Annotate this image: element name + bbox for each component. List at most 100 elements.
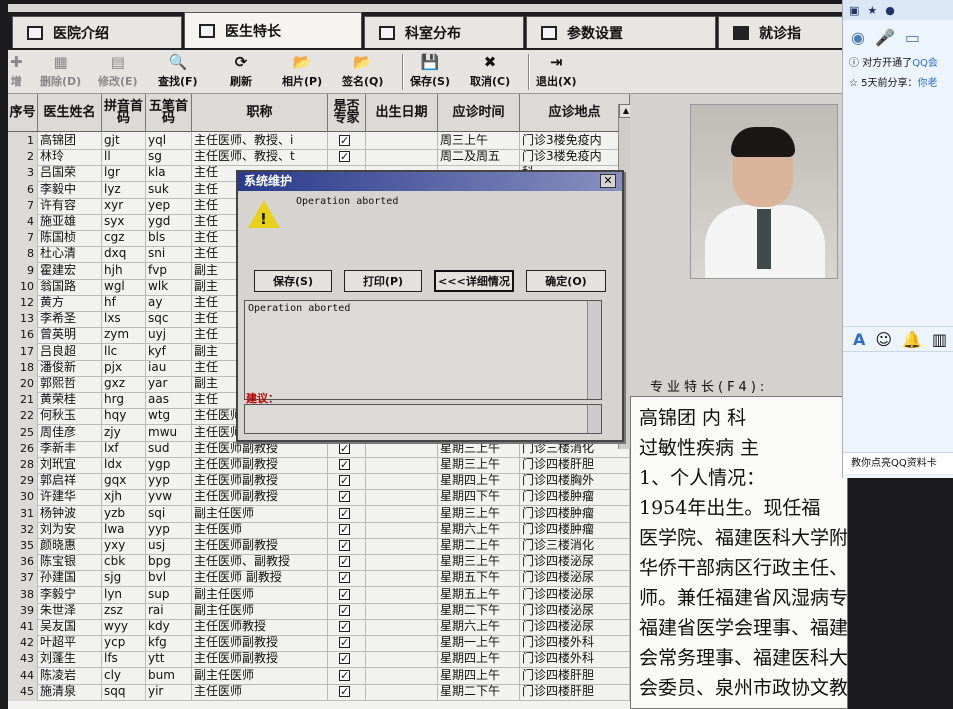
exit-label: 退出(X) — [536, 75, 577, 88]
col-header-birthdate[interactable]: 出生日期 — [366, 94, 438, 132]
online-dot-icon: ● — [885, 3, 895, 17]
save-button[interactable]: 💾 保存(S) — [410, 53, 450, 89]
specialty-text[interactable]: 高锦团 内 科过敏性疾病 主 1、个人情况： 1954年出生。现任福 医学院、福建医… — [630, 396, 848, 709]
col-header-name[interactable]: 医生姓名 — [38, 94, 102, 132]
col-header-wubi[interactable]: 五笔首码 — [146, 94, 192, 132]
checkbox-icon — [339, 440, 350, 457]
qq-share-text: 5天前分享： — [861, 78, 918, 89]
col-header-expert[interactable]: 是否专家 — [328, 94, 366, 132]
detail-scrollbar[interactable] — [587, 301, 601, 399]
checkbox-icon — [339, 537, 350, 554]
star-icon[interactable]: ★ — [867, 4, 877, 17]
doctor-photo — [690, 104, 838, 279]
edit-icon: ▤ — [110, 53, 125, 71]
specialty-line: 2、专业发展 研究方向 — [639, 703, 847, 708]
tab-parameter-settings[interactable]: 参数设置 — [526, 16, 716, 48]
tab-label: 参数设置 — [567, 25, 623, 42]
table-cell[interactable]: yir — [146, 682, 192, 701]
microphone-icon[interactable]: 🎤 — [875, 28, 895, 47]
col-header-pinyin[interactable]: 拼音首码 — [102, 94, 146, 132]
dialog-detail-text[interactable]: Operation aborted — [244, 300, 602, 400]
emoji-icon[interactable]: ☺ — [875, 330, 892, 349]
toolbar-divider — [528, 54, 530, 90]
table-cell[interactable]: 星期二下午 — [438, 682, 520, 701]
screenshot-icon[interactable]: ▥ — [932, 330, 947, 349]
table-cell[interactable]: 主任医师 — [192, 682, 328, 701]
camera-icon[interactable]: ◉ — [851, 28, 865, 47]
delete-button[interactable]: ▦ 删除(D) — [40, 53, 81, 89]
toolbar: ✚ 增 ▦ 删除(D) ▤ 修改(E) 🔍 查找(F) ⟳ 刷新 📂 相片(P) 📂 签名(Q… — [8, 50, 848, 94]
edit-label: 修改(E) — [98, 75, 138, 88]
col-header-visit-place[interactable]: 应诊地点 — [520, 94, 630, 132]
plus-icon: ✚ — [10, 53, 23, 71]
checkbox-icon — [339, 132, 350, 149]
table-cell[interactable]: 45 — [8, 682, 38, 701]
cancel-icon: ✖ — [483, 53, 497, 71]
window-icon — [379, 25, 395, 40]
checkbox-icon — [339, 521, 350, 538]
exit-button[interactable]: ⇥ 退出(X) — [536, 53, 577, 89]
edit-button[interactable]: ▤ 修改(E) — [98, 53, 138, 89]
tab-visit-guide[interactable]: 就诊指 — [718, 16, 848, 48]
col-header-title[interactable]: 职称 — [192, 94, 328, 132]
warning-exclamation: ! — [260, 210, 267, 228]
col-header-seq[interactable]: 序号 — [8, 94, 38, 132]
tab-label: 医生特长 — [225, 23, 281, 40]
dialog-title: 系统维护 — [238, 172, 622, 191]
find-button[interactable]: 🔍 查找(F) — [158, 53, 198, 89]
qq-status-bar: ▣ ★ ● — [843, 0, 953, 20]
photo-button[interactable]: 📂 相片(P) — [282, 53, 322, 89]
star-icon: ☆ — [849, 78, 862, 89]
cancel-label: 取消(C) — [470, 75, 511, 88]
delete-icon: ▦ — [53, 53, 68, 71]
checkbox-icon — [339, 602, 350, 619]
table-cell[interactable]: 施清泉 — [38, 682, 102, 701]
bell-icon[interactable]: 🔔 — [902, 330, 922, 349]
find-icon: 🔍 — [168, 53, 188, 71]
qq-footer-link[interactable]: 教你点亮QQ资料卡 — [843, 452, 953, 474]
cancel-button[interactable]: ✖ 取消(C) — [470, 53, 510, 89]
table-row[interactable]: 45施清泉sqqyir主任医师 星期二下午门诊四楼肝胆 — [8, 682, 630, 701]
specialty-line: 福建省医学会理事、福建 — [639, 617, 848, 639]
suggestion-scrollbar[interactable] — [587, 405, 601, 433]
col-header-visit-time[interactable]: 应诊时间 — [438, 94, 520, 132]
qq-share: ☆ 5天前分享：你老 — [843, 74, 953, 94]
specialty-label: 专业特长(F4): — [650, 380, 769, 395]
info-icon: ⓘ — [849, 58, 863, 69]
tab-doctor-specialty[interactable]: 医生特长 — [184, 12, 362, 48]
photo-label: 相片(P) — [282, 75, 323, 88]
qq-share-link[interactable]: 你老 — [918, 78, 938, 89]
qq-media-icons: ◉ 🎤 ▭ — [843, 20, 953, 54]
specialty-line: 高锦团 内 科 — [639, 407, 747, 429]
dialog-print-button[interactable]: 打印(P) — [344, 270, 422, 292]
save-label: 保存(S) — [410, 75, 450, 88]
specialty-line: 医学院、福建医科大学附 — [639, 527, 848, 549]
tab-label: 科室分布 — [405, 25, 461, 42]
tab-department-layout[interactable]: 科室分布 — [364, 16, 524, 48]
list-icon — [199, 23, 215, 38]
table-cell[interactable] — [366, 682, 438, 701]
folder-icon[interactable]: ▭ — [905, 28, 920, 47]
expert-checkbox[interactable] — [328, 682, 366, 701]
specialty-line: 会委员、泉州市政协文教工 — [639, 677, 848, 699]
dialog-details-button[interactable]: <<<详细情况 — [434, 270, 514, 292]
avatar[interactable]: ▣ — [849, 4, 859, 17]
find-label: 查找(F) — [158, 75, 198, 88]
scroll-up-arrow-icon[interactable]: ▲ — [619, 104, 630, 118]
sign-button[interactable]: 📂 签名(Q) — [342, 53, 383, 89]
table-cell[interactable]: 门诊四楼肝胆 — [520, 682, 630, 701]
add-label: 增 — [10, 75, 22, 88]
dialog-ok-button[interactable]: 确定(O) — [526, 270, 606, 292]
checkbox-icon — [339, 569, 350, 586]
add-button[interactable]: ✚ 增 — [10, 53, 23, 89]
dialog-message: Operation aborted — [296, 196, 399, 207]
qq-notice-link[interactable]: QQ会 — [912, 58, 938, 69]
refresh-button[interactable]: ⟳ 刷新 — [230, 53, 252, 89]
close-icon[interactable]: ✕ — [600, 174, 616, 188]
checkbox-icon — [339, 634, 350, 651]
tab-hospital-intro[interactable]: 医院介绍 — [12, 16, 182, 48]
font-icon[interactable]: A — [853, 330, 865, 349]
table-cell[interactable]: sqq — [102, 682, 146, 701]
suggestion-text[interactable] — [244, 404, 602, 434]
dialog-save-button[interactable]: 保存(S) — [254, 270, 332, 292]
